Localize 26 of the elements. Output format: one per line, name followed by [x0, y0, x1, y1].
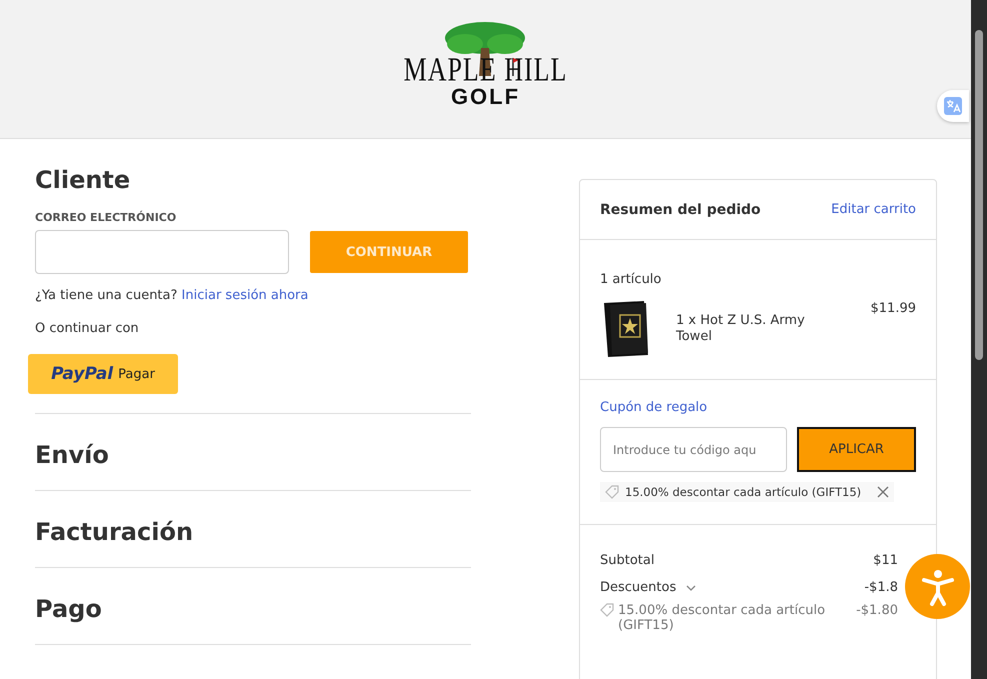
- sign-in-link[interactable]: Iniciar sesión ahora: [182, 288, 308, 303]
- total-value: $11: [873, 553, 898, 568]
- total-label: Subtotal: [600, 553, 654, 568]
- account-prompt: ¿Ya tiene una cuenta?: [35, 288, 178, 303]
- total-label: Descuentos: [600, 580, 676, 595]
- coupon-text: 15.00% descontar cada artículo (GIFT15): [625, 485, 862, 499]
- item-count: 1 artículo: [600, 272, 662, 287]
- section-title: Cliente: [35, 165, 132, 195]
- edit-cart-link[interactable]: Editar carrito: [831, 202, 916, 217]
- alternative-text: O continuar con: [35, 321, 140, 336]
- section-title: Envío: [35, 440, 110, 470]
- coupon-code-field[interactable]: Introduce tu código aqu: [600, 427, 787, 472]
- logo-text: GOLF: [450, 86, 520, 108]
- product-price: $11.99: [870, 301, 916, 316]
- section-title: Facturación: [35, 517, 194, 547]
- total-value: -$1.8: [864, 580, 898, 595]
- paypal-button[interactable]: PayPal Pagar: [28, 354, 178, 394]
- apply-button[interactable]: APLICAR: [797, 427, 916, 472]
- discount-detail-label: 15.00% descontar cada artículo (GIFT15): [618, 603, 826, 633]
- product-name: 1 x Hot Z U.S. Army Towel: [676, 313, 806, 345]
- summary-title: Resumen del pedido: [600, 202, 761, 218]
- section-title: Pago: [35, 594, 103, 624]
- gift-coupon-link[interactable]: Cupón de regalo: [600, 400, 916, 415]
- total-value: -$1.80: [856, 603, 898, 620]
- logo-text: MAPLE HILL: [404, 52, 568, 88]
- field-label: CORREO ELECTRÓNICO: [35, 211, 178, 224]
